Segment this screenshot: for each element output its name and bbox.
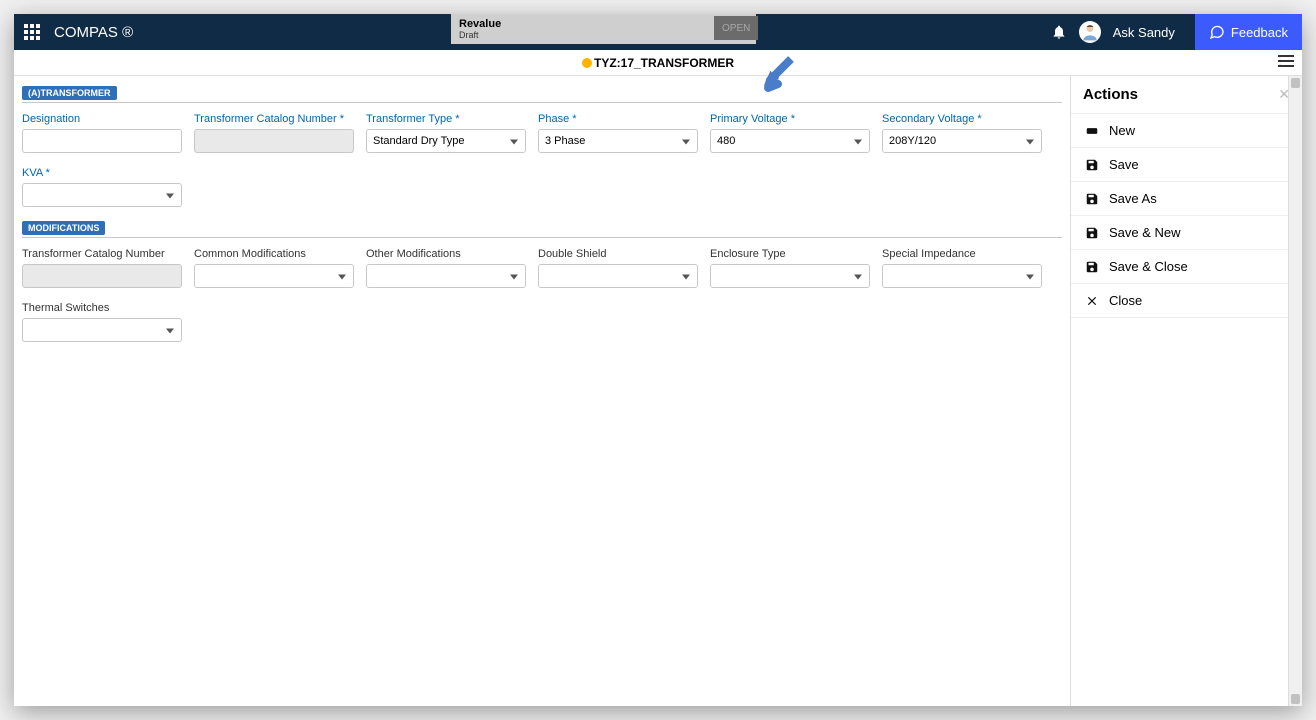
primary-voltage-label: Primary Voltage * xyxy=(710,113,870,125)
open-button[interactable]: OPEN xyxy=(714,16,758,40)
action-close-label: Close xyxy=(1109,293,1142,308)
secondary-voltage-label: Secondary Voltage * xyxy=(882,113,1042,125)
action-new[interactable]: New xyxy=(1071,114,1302,148)
action-save-label: Save xyxy=(1109,157,1139,172)
top-bar: COMPAS ® Revalue Draft OPEN Ask Sandy Fe… xyxy=(14,14,1302,50)
action-save-new-label: Save & New xyxy=(1109,225,1181,240)
mod-catalog-input[interactable] xyxy=(22,264,182,288)
impedance-select[interactable] xyxy=(882,264,1042,288)
primary-voltage-select[interactable]: 480 xyxy=(710,129,870,153)
designation-input[interactable] xyxy=(22,129,182,153)
section-transformer: (A)TRANSFORMER xyxy=(22,86,117,100)
kva-select[interactable] xyxy=(22,183,182,207)
action-new-label: New xyxy=(1109,123,1135,138)
avatar[interactable] xyxy=(1079,21,1101,43)
impedance-label: Special Impedance xyxy=(882,248,1042,260)
vertical-scrollbar[interactable] xyxy=(1288,76,1302,706)
close-icon xyxy=(1085,294,1099,308)
section-modifications: MODIFICATIONS xyxy=(22,221,105,235)
enclosure-label: Enclosure Type xyxy=(710,248,870,260)
other-mods-label: Other Modifications xyxy=(366,248,526,260)
breadcrumb-text: TYZ:17_TRANSFORMER xyxy=(594,56,734,70)
form-area: (A)TRANSFORMER Designation Transformer C… xyxy=(14,76,1070,706)
apps-menu-icon[interactable] xyxy=(14,14,50,50)
action-save-close-label: Save & Close xyxy=(1109,259,1188,274)
feedback-label: Feedback xyxy=(1231,25,1288,40)
new-icon xyxy=(1085,124,1099,138)
save-new-icon xyxy=(1085,226,1099,240)
save-as-icon xyxy=(1085,192,1099,206)
secondary-voltage-select[interactable]: 208Y/120 xyxy=(882,129,1042,153)
actions-panel: Actions ✕ New Save Save As Save & New xyxy=(1070,76,1302,706)
phase-label: Phase * xyxy=(538,113,698,125)
action-close[interactable]: Close xyxy=(1071,284,1302,318)
notification-bell-icon[interactable] xyxy=(1051,24,1067,40)
thermal-select[interactable] xyxy=(22,318,182,342)
type-select[interactable]: Standard Dry Type xyxy=(366,129,526,153)
list-toggle-icon[interactable] xyxy=(1278,55,1294,70)
enclosure-select[interactable] xyxy=(710,264,870,288)
feedback-icon xyxy=(1209,24,1225,40)
section-divider xyxy=(22,237,1062,238)
action-save-close[interactable]: Save & Close xyxy=(1071,250,1302,284)
kva-label: KVA * xyxy=(22,167,182,179)
actions-header: Actions xyxy=(1083,86,1138,103)
mod-catalog-label: Transformer Catalog Number xyxy=(22,248,182,260)
revalue-status: Draft xyxy=(459,30,689,40)
type-label: Transformer Type * xyxy=(366,113,526,125)
phase-select[interactable]: 3 Phase xyxy=(538,129,698,153)
breadcrumb-bar: TYZ:17_TRANSFORMER xyxy=(14,50,1302,76)
ask-sandy-link[interactable]: Ask Sandy xyxy=(1113,25,1175,40)
other-mods-select[interactable] xyxy=(366,264,526,288)
action-save-as[interactable]: Save As xyxy=(1071,182,1302,216)
save-close-icon xyxy=(1085,260,1099,274)
status-dot-icon xyxy=(582,58,592,68)
catalog-label: Transformer Catalog Number * xyxy=(194,113,354,125)
common-mods-label: Common Modifications xyxy=(194,248,354,260)
revalue-title: Revalue xyxy=(459,18,689,30)
catalog-input[interactable] xyxy=(194,129,354,153)
brand-title: COMPAS ® xyxy=(54,24,133,41)
thermal-label: Thermal Switches xyxy=(22,302,182,314)
double-shield-label: Double Shield xyxy=(538,248,698,260)
save-icon xyxy=(1085,158,1099,172)
action-save-as-label: Save As xyxy=(1109,191,1157,206)
action-save-new[interactable]: Save & New xyxy=(1071,216,1302,250)
common-mods-select[interactable] xyxy=(194,264,354,288)
section-divider xyxy=(22,102,1062,103)
action-save[interactable]: Save xyxy=(1071,148,1302,182)
designation-label: Designation xyxy=(22,113,182,125)
feedback-button[interactable]: Feedback xyxy=(1195,14,1302,50)
double-shield-select[interactable] xyxy=(538,264,698,288)
revalue-status-box: Revalue Draft xyxy=(451,14,756,44)
